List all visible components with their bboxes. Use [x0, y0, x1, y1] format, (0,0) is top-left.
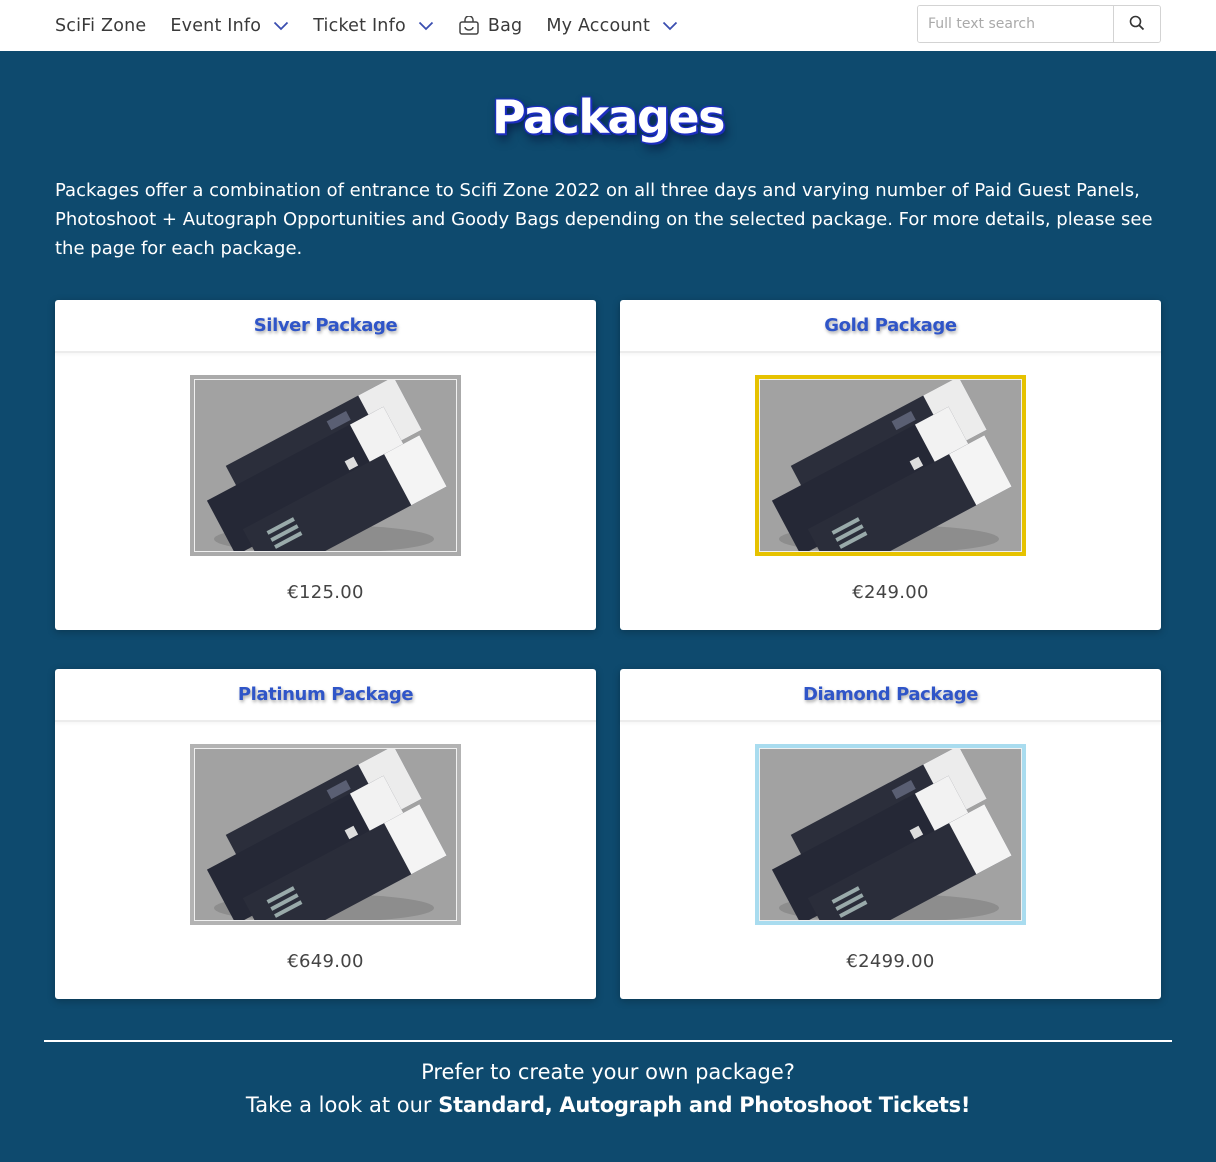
- nav-event-info-label: Event Info: [170, 15, 262, 36]
- package-image[interactable]: [190, 744, 461, 925]
- package-card-gold[interactable]: Gold Package €249.00: [620, 300, 1161, 630]
- card-title: Gold Package: [824, 315, 957, 336]
- brand-link[interactable]: SciFi Zone: [55, 0, 146, 51]
- card-header: Diamond Package: [620, 669, 1161, 722]
- nav-ticket-info-label: Ticket Info: [313, 15, 406, 36]
- card-header: Platinum Package: [55, 669, 596, 722]
- search-input[interactable]: [918, 6, 1113, 42]
- search-form: [917, 5, 1161, 43]
- package-image[interactable]: [755, 744, 1026, 925]
- package-card-diamond[interactable]: Diamond Package €2499.00: [620, 669, 1161, 999]
- nav-my-account-label: My Account: [546, 15, 651, 36]
- nav-bag-label: Bag: [487, 15, 523, 36]
- card-header: Gold Package: [620, 300, 1161, 353]
- page-title: Packages: [492, 90, 725, 144]
- card-title: Platinum Package: [237, 684, 414, 705]
- package-price: €649.00: [287, 951, 364, 972]
- package-image[interactable]: [190, 375, 461, 556]
- chevron-down-icon: [662, 21, 678, 31]
- package-price: €2499.00: [846, 951, 935, 972]
- package-image[interactable]: [755, 375, 1026, 556]
- card-header: Silver Package: [55, 300, 596, 353]
- search-button[interactable]: [1113, 6, 1160, 42]
- tickets-link[interactable]: Standard, Autograph and Photoshoot Ticke…: [438, 1093, 970, 1117]
- nav-event-info[interactable]: Event Info: [170, 0, 289, 51]
- nav-bag[interactable]: Bag: [458, 0, 522, 51]
- top-navbar: SciFi Zone Event Info Ticket Info Bag My…: [0, 0, 1216, 51]
- card-title: Silver Package: [253, 315, 398, 336]
- chevron-down-icon: [418, 21, 434, 31]
- search-icon: [1129, 15, 1145, 34]
- package-price: €125.00: [287, 582, 364, 603]
- package-card-platinum[interactable]: Platinum Package €649.00: [55, 669, 596, 999]
- nav-items: SciFi Zone Event Info Ticket Info Bag My…: [55, 0, 702, 51]
- nav-ticket-info[interactable]: Ticket Info: [313, 0, 434, 51]
- divider: [44, 1040, 1172, 1042]
- nav-my-account[interactable]: My Account: [546, 0, 678, 51]
- chevron-down-icon: [273, 21, 289, 31]
- shopping-bag-icon: [458, 15, 480, 36]
- cta-question: Prefer to create your own package?: [421, 1060, 795, 1084]
- package-card-silver[interactable]: Silver Package €125.00: [55, 300, 596, 630]
- intro-text: Packages offer a combination of entrance…: [55, 180, 1153, 259]
- cta-prefix: Take a look at our: [245, 1093, 439, 1117]
- package-price: €249.00: [852, 582, 929, 603]
- card-title: Diamond Package: [802, 684, 979, 705]
- cta-text: Take a look at our Standard, Autograph a…: [0, 1093, 1216, 1117]
